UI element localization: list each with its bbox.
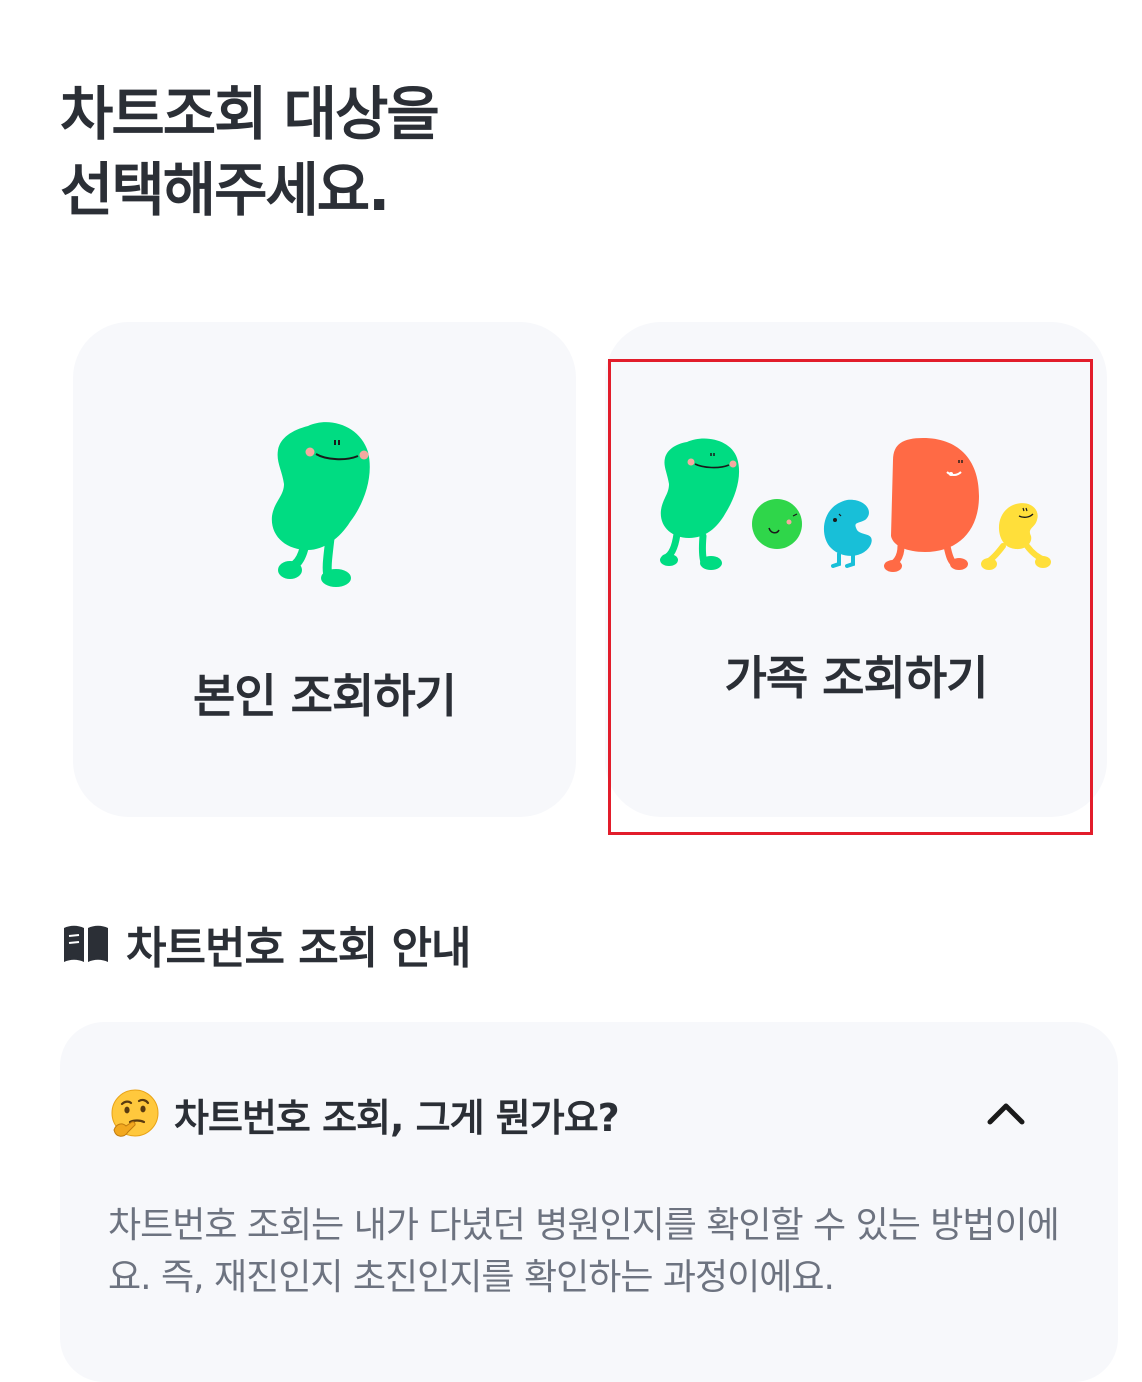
yellow-mascot: [981, 503, 1051, 570]
family-lookup-label: 가족 조회하기: [724, 651, 989, 705]
chevron-up-icon[interactable]: [986, 1096, 1026, 1130]
green-mascot: [660, 438, 740, 570]
family-lookup-card[interactable]: 가족 조회하기: [605, 322, 1107, 817]
page-title-line-1: 차트조회 대상을: [60, 80, 440, 148]
guide-section-title: 차트번호 조회 안내: [62, 914, 471, 974]
page-title: 차트조회 대상을 선택해주세요.: [60, 76, 440, 228]
thinking-face-icon: [111, 1089, 159, 1137]
blue-mascot: [823, 499, 872, 568]
guide-section-title-text: 차트번호 조회 안내: [126, 923, 471, 974]
orange-mascot: [884, 438, 979, 572]
self-lookup-card[interactable]: 본인 조회하기: [73, 322, 576, 817]
faq-answer-text: 차트번호 조회는 내가 다녔던 병원인지를 확인할 수 있는 방법이에요. 즉,…: [108, 1205, 1060, 1298]
single-mascot-icon: [271, 422, 370, 587]
book-icon: [64, 925, 108, 962]
faq-question-toggle[interactable]: 차트번호 조회, 그게 뭔가요?: [108, 1082, 1070, 1146]
page-title-line-2: 선택해주세요.: [60, 156, 390, 224]
faq-question-text: 차트번호 조회, 그게 뭔가요?: [174, 1095, 620, 1140]
family-mascots-icon: [660, 438, 1051, 572]
self-lookup-label: 본인 조회하기: [193, 669, 457, 723]
lime-mascot: [752, 499, 802, 549]
faq-accordion: 차트번호 조회, 그게 뭔가요? 차트번호 조회는 내가 다녔던 병원인지를 확…: [60, 1022, 1118, 1382]
